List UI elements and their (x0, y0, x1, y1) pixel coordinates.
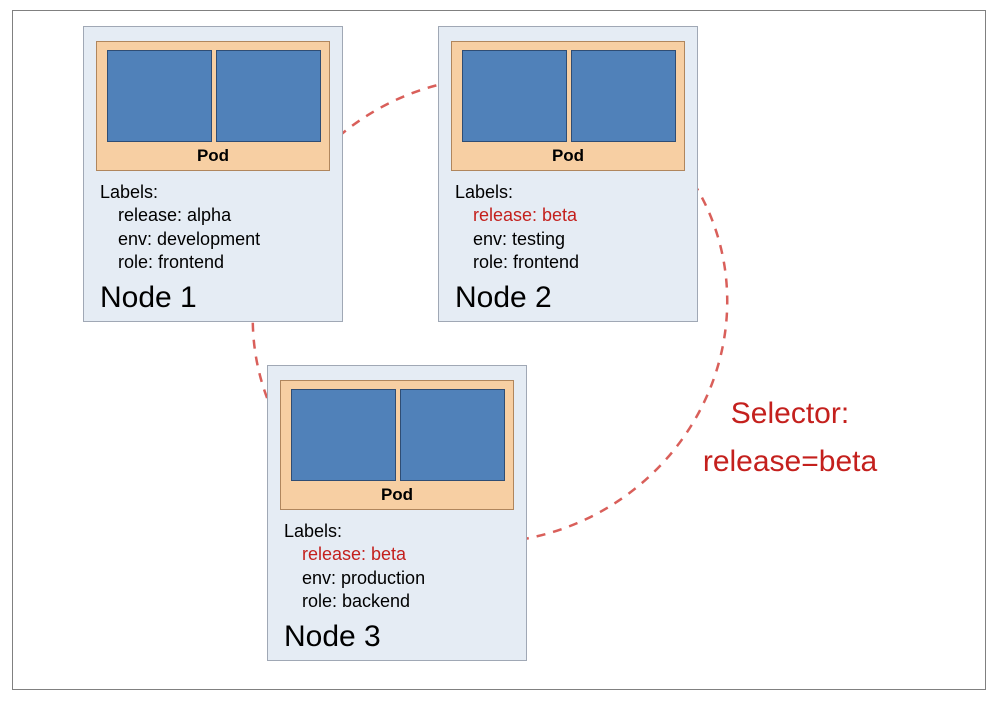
container-box (462, 50, 567, 142)
container-box (400, 389, 505, 481)
node-3: Pod Labels: release: beta env: productio… (267, 365, 527, 661)
labels-header: Labels: (100, 181, 330, 204)
selector-caption: Selector: release=beta (645, 390, 935, 486)
pod-label: Pod (452, 146, 684, 166)
label-env: env: testing (473, 228, 685, 251)
label-env: env: development (118, 228, 330, 251)
pod-label: Pod (97, 146, 329, 166)
pod-label: Pod (281, 485, 513, 505)
label-role: role: frontend (473, 251, 685, 274)
selector-line2: release=beta (645, 438, 935, 486)
pod-box: Pod (451, 41, 685, 171)
labels-header: Labels: (455, 181, 685, 204)
label-env: env: production (302, 567, 514, 590)
node-1: Pod Labels: release: alpha env: developm… (83, 26, 343, 322)
container-box (216, 50, 321, 142)
node-2: Pod Labels: release: beta env: testing r… (438, 26, 698, 322)
labels-block: Labels: release: alpha env: development … (100, 181, 330, 275)
label-role: role: backend (302, 590, 514, 613)
container-box (571, 50, 676, 142)
node-title: Node 3 (284, 620, 381, 654)
node-title: Node 1 (100, 281, 197, 315)
container-box (291, 389, 396, 481)
labels-block: Labels: release: beta env: production ro… (284, 520, 514, 614)
node-title: Node 2 (455, 281, 552, 315)
diagram-canvas: Pod Labels: release: alpha env: developm… (0, 0, 1000, 702)
pod-box: Pod (96, 41, 330, 171)
label-release: release: beta (473, 204, 685, 227)
container-box (107, 50, 212, 142)
label-release: release: beta (302, 543, 514, 566)
label-release: release: alpha (118, 204, 330, 227)
labels-header: Labels: (284, 520, 514, 543)
label-role: role: frontend (118, 251, 330, 274)
selector-line1: Selector: (645, 390, 935, 438)
labels-block: Labels: release: beta env: testing role:… (455, 181, 685, 275)
pod-box: Pod (280, 380, 514, 510)
